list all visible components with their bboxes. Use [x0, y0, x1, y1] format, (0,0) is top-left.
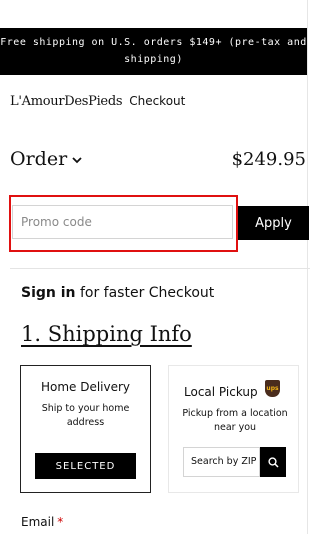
- page-title: Checkout: [129, 94, 186, 108]
- signin-text: for faster Checkout: [75, 285, 215, 301]
- promo-code-placeholder: Promo code: [21, 215, 92, 229]
- local-pickup-title: Local Pickup: [184, 385, 258, 399]
- zip-search-placeholder: Search by ZIP: [191, 456, 257, 467]
- chevron-down-icon: [72, 154, 82, 167]
- checkout-header: L'AmourDesPieds Checkout: [10, 92, 185, 110]
- order-label: Order: [10, 148, 68, 170]
- apply-button[interactable]: Apply: [238, 206, 309, 240]
- email-label-text: Email: [21, 515, 55, 529]
- scrollbar[interactable]: [307, 0, 322, 534]
- home-delivery-option[interactable]: Home Delivery Ship to your home address …: [20, 365, 151, 493]
- email-label: Email *: [21, 515, 63, 529]
- local-pickup-option[interactable]: Local Pickup ups Pickup from a location …: [168, 365, 299, 493]
- order-summary-row: Order $249.95: [10, 148, 306, 170]
- home-delivery-desc: Ship to your home address: [41, 403, 130, 428]
- order-summary-toggle[interactable]: Order: [10, 148, 82, 170]
- shipping-info-title: 1. Shipping Info: [21, 322, 192, 346]
- banner-line-2: shipping): [124, 54, 183, 65]
- divider: [10, 268, 310, 269]
- home-delivery-title: Home Delivery: [40, 380, 131, 394]
- required-mark: *: [57, 515, 64, 529]
- selected-button[interactable]: SELECTED: [35, 453, 136, 479]
- local-pickup-desc: Pickup from a location near you: [182, 408, 288, 433]
- signin-link[interactable]: Sign in: [21, 285, 76, 301]
- signin-prompt: Sign in for faster Checkout: [21, 285, 214, 301]
- banner-line-1: Free shipping on U.S. orders $149+ (pre-…: [0, 37, 307, 48]
- promo-code-input[interactable]: Promo code: [12, 205, 233, 239]
- ups-icon: ups: [265, 380, 280, 397]
- shipping-banner: Free shipping on U.S. orders $149+ (pre-…: [0, 28, 307, 75]
- order-total: $249.95: [231, 148, 306, 170]
- zip-search-input[interactable]: Search by ZIP: [183, 447, 260, 477]
- brand-logo[interactable]: L'AmourDesPieds: [10, 94, 123, 109]
- search-icon: [267, 453, 279, 472]
- zip-search-button[interactable]: [260, 447, 286, 477]
